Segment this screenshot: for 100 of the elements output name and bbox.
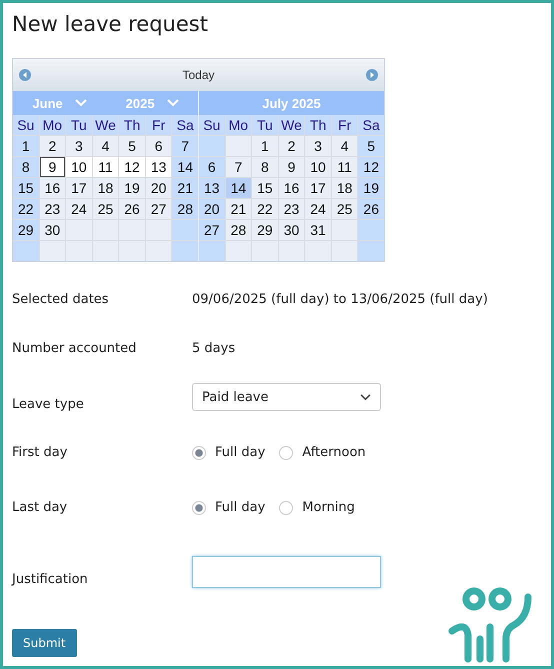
weekday-label: Tu	[66, 115, 92, 135]
page-title: New leave request	[12, 12, 209, 36]
calendar-day[interactable]: 24	[305, 199, 331, 219]
calendar-day[interactable]: 28	[172, 199, 198, 219]
weekday-label: Th	[305, 115, 331, 135]
calendar-day[interactable]: 11	[92, 157, 118, 177]
calendar-day[interactable]: 23	[40, 199, 66, 219]
month-title: July 2025	[262, 96, 321, 110]
calendar-day[interactable]: 31	[305, 220, 331, 240]
calendar-day[interactable]: 7	[226, 157, 252, 177]
calendar-day[interactable]: 21	[226, 199, 252, 219]
calendar-day[interactable]: 12	[119, 157, 145, 177]
calendar-day[interactable]: 2	[278, 136, 304, 156]
weekday-label: Mo	[226, 115, 252, 135]
radio-button[interactable]	[279, 500, 294, 514]
calendar-day[interactable]: 6	[146, 136, 172, 156]
next-icon[interactable]	[366, 69, 378, 81]
weekday-label: Mo	[40, 115, 66, 135]
calendar-day[interactable]: 20	[146, 178, 172, 198]
radio-button[interactable]	[192, 446, 206, 460]
field-label: Selected dates	[12, 292, 110, 307]
calendar-day[interactable]: 27	[199, 220, 225, 240]
today-link[interactable]: Today	[182, 68, 215, 82]
calendar-day[interactable]: 26	[119, 199, 145, 219]
justification-field[interactable]	[192, 556, 381, 588]
calendar-day[interactable]: 3	[66, 136, 92, 156]
calendar-day[interactable]: 4	[92, 136, 118, 156]
calendar-day[interactable]: 6	[199, 157, 225, 177]
calendar-day[interactable]: 14	[172, 157, 198, 177]
calendar-day[interactable]: 14	[226, 178, 252, 198]
calendar-day[interactable]: 15	[13, 178, 39, 198]
field-value: 5 days	[192, 341, 236, 356]
calendar-day[interactable]: 19	[358, 178, 384, 198]
weekday-label: Fr	[146, 115, 172, 135]
weekday-label: Fr	[332, 115, 358, 135]
calendar-day[interactable]: 22	[13, 199, 39, 219]
calendar-day[interactable]: 17	[66, 178, 92, 198]
radio-button[interactable]	[279, 446, 294, 460]
calendar-day[interactable]: 30	[278, 220, 304, 240]
calendar-day[interactable]: 26	[358, 199, 384, 219]
calendar-day[interactable]: 21	[172, 178, 198, 198]
calendar-day[interactable]: 22	[252, 199, 278, 219]
calendar-day[interactable]: 5	[119, 136, 145, 156]
calendar-day[interactable]: 15	[252, 178, 278, 198]
field-label: First day	[12, 445, 68, 460]
calendar-day[interactable]: 8	[252, 157, 278, 177]
calendar-day[interactable]: 18	[92, 178, 118, 198]
radio-label: Afternoon	[302, 445, 366, 460]
weekday-label: We	[92, 115, 118, 135]
chevron-down-icon	[166, 99, 179, 107]
calendar-day[interactable]: 8	[13, 157, 39, 177]
weekday-label: Su	[13, 115, 39, 135]
calendar-day[interactable]: 3	[305, 136, 331, 156]
previous-icon[interactable]	[19, 69, 31, 81]
field-value: 09/06/2025 (full day) to 13/06/2025 (full day)	[192, 292, 488, 307]
calendar-day[interactable]: 20	[199, 199, 225, 219]
weekday-label: We	[278, 115, 304, 135]
calendar-day[interactable]: 13	[146, 157, 172, 177]
calendar-day[interactable]: 9	[40, 157, 66, 177]
calendar-day[interactable]: 24	[66, 199, 92, 219]
leave-type-select[interactable]: Paid leave	[192, 383, 381, 411]
calendar-day[interactable]: 28	[226, 220, 252, 240]
field-label: Number accounted	[12, 341, 138, 356]
weekday-label: Tu	[252, 115, 278, 135]
radio-label: Full day	[215, 445, 266, 460]
calendar-day[interactable]: 2	[40, 136, 66, 156]
weekday-label: Su	[199, 115, 225, 135]
calendar-day[interactable]: 16	[278, 178, 304, 198]
calendar-day[interactable]: 7	[172, 136, 198, 156]
calendar-day[interactable]: 11	[332, 157, 358, 177]
calendar-day[interactable]: 16	[40, 178, 66, 198]
chevron-down-icon	[360, 394, 371, 400]
chevron-down-icon	[74, 99, 87, 107]
field-label: Leave type	[12, 397, 85, 412]
calendar-day[interactable]: 18	[332, 178, 358, 198]
calendar-day[interactable]: 12	[358, 157, 384, 177]
calendar-day[interactable]: 23	[278, 199, 304, 219]
calendar-day[interactable]: 25	[92, 199, 118, 219]
calendar-day[interactable]: 27	[146, 199, 172, 219]
calendar-day[interactable]: 19	[119, 178, 145, 198]
field-label: Last day	[12, 500, 68, 515]
radio-button[interactable]	[192, 500, 206, 514]
calendar-day[interactable]: 1	[252, 136, 278, 156]
calendar-day[interactable]: 13	[199, 178, 225, 198]
calendar-day[interactable]: 25	[332, 199, 358, 219]
calendar-day[interactable]: 4	[332, 136, 358, 156]
calendar-day[interactable]: 5	[358, 136, 384, 156]
radio-label: Morning	[302, 500, 355, 515]
calendar-day[interactable]: 29	[252, 220, 278, 240]
calendar-day[interactable]: 10	[66, 157, 92, 177]
calendar-day[interactable]: 17	[305, 178, 331, 198]
calendar-day[interactable]: 9	[278, 157, 304, 177]
weekday-label: Th	[119, 115, 145, 135]
field-label: Justification	[12, 572, 89, 587]
calendar-day[interactable]: 10	[305, 157, 331, 177]
calendar-day[interactable]: 1	[13, 136, 39, 156]
calendar-day[interactable]: 29	[13, 220, 39, 240]
weekday-label: Sa	[172, 115, 198, 135]
submit-button[interactable]: Submit	[12, 629, 77, 657]
calendar-day[interactable]: 30	[40, 220, 66, 240]
